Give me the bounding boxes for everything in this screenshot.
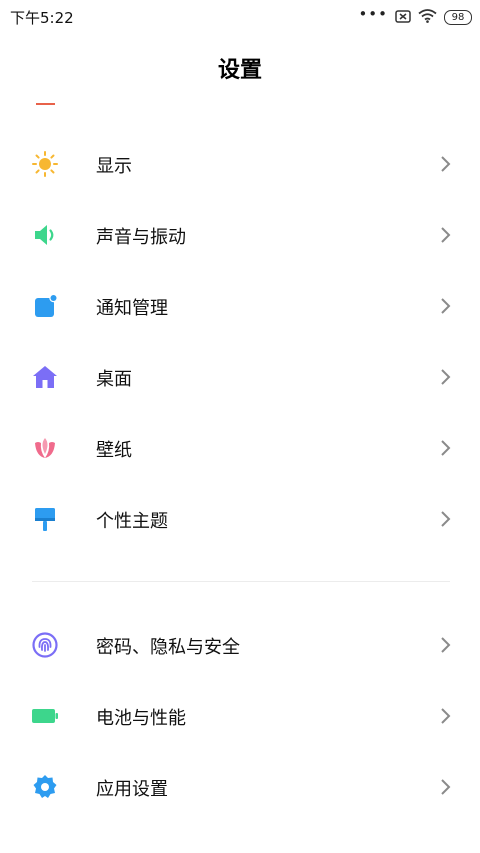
sim-off-icon bbox=[395, 8, 411, 27]
settings-item-battery[interactable]: 电池与性能 bbox=[0, 686, 480, 746]
settings-item-apps[interactable]: 应用设置 bbox=[0, 757, 480, 817]
chevron-right-icon bbox=[438, 439, 452, 457]
page-title: 设置 bbox=[217, 58, 262, 83]
status-icons: ••• 98 bbox=[358, 7, 472, 27]
chevron-right-icon bbox=[438, 155, 452, 173]
settings-item-label: 声音与振动 bbox=[96, 227, 186, 248]
sun-icon bbox=[31, 150, 59, 178]
chevron-right-icon bbox=[438, 510, 452, 528]
more-dots-icon: ••• bbox=[358, 5, 388, 23]
settings-item-label: 个性主题 bbox=[96, 511, 168, 532]
settings-item-security[interactable]: 密码、隐私与安全 bbox=[0, 615, 480, 675]
settings-item-label: 通知管理 bbox=[96, 298, 168, 319]
paint-brush-icon bbox=[31, 505, 59, 533]
status-bar: 下午5:22 ••• 98 bbox=[0, 0, 480, 34]
settings-item-sound[interactable]: 声音与振动 bbox=[0, 205, 480, 265]
settings-item-desktop[interactable]: 桌面 bbox=[0, 347, 480, 407]
chevron-right-icon bbox=[438, 707, 452, 725]
fingerprint-icon bbox=[31, 631, 59, 659]
chevron-right-icon bbox=[438, 636, 452, 654]
settings-item-label: 壁纸 bbox=[96, 440, 132, 461]
notification-icon bbox=[31, 292, 59, 320]
settings-item-notifications[interactable]: 通知管理 bbox=[0, 276, 480, 336]
battery-indicator: 98 bbox=[444, 9, 472, 25]
wifi-icon bbox=[418, 8, 437, 27]
settings-item-display[interactable]: 显示 bbox=[0, 134, 480, 194]
settings-item-wallpaper[interactable]: 壁纸 bbox=[0, 418, 480, 478]
settings-item-themes[interactable]: 个性主题 bbox=[0, 489, 480, 549]
settings-item-label: 密码、隐私与安全 bbox=[96, 637, 240, 658]
home-icon bbox=[31, 363, 59, 391]
tulip-icon bbox=[31, 434, 59, 462]
battery-icon bbox=[31, 702, 59, 730]
settings-screen: 下午5:22 ••• 98 设置 显示 声音与振动 通知管理 桌面 壁纸 个性主… bbox=[0, 0, 480, 853]
chevron-right-icon bbox=[438, 297, 452, 315]
chevron-right-icon bbox=[438, 368, 452, 386]
status-time: 下午5:22 bbox=[10, 9, 74, 27]
settings-item-label: 电池与性能 bbox=[96, 708, 186, 729]
settings-item-label: 应用设置 bbox=[96, 779, 168, 800]
scroll-indicator-line bbox=[36, 103, 55, 105]
chevron-right-icon bbox=[438, 226, 452, 244]
settings-item-label: 显示 bbox=[96, 156, 132, 177]
settings-item-label: 桌面 bbox=[96, 369, 132, 390]
gear-icon bbox=[31, 773, 59, 801]
chevron-right-icon bbox=[438, 778, 452, 796]
speaker-icon bbox=[31, 221, 59, 249]
section-divider bbox=[32, 581, 450, 582]
